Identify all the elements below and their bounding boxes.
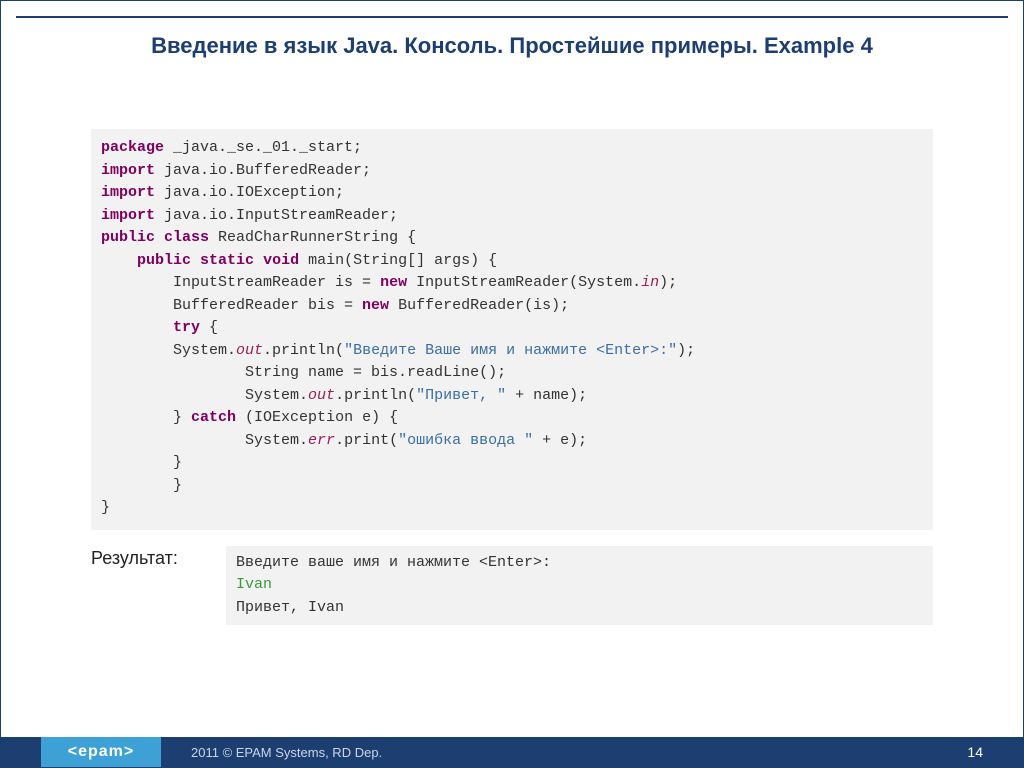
code-text: InputStreamReader is =	[173, 274, 380, 291]
code-text: + e);	[533, 432, 587, 449]
code-text: + name);	[506, 387, 587, 404]
code-text: InputStreamReader(System.	[407, 274, 641, 291]
kw-new: new	[362, 297, 389, 314]
code-text: }	[101, 454, 182, 471]
kw-import: import	[101, 184, 155, 201]
footer-copyright: 2011 © EPAM Systems, RD Dep.	[191, 745, 382, 760]
field-out: out	[308, 387, 335, 404]
string-literal: "Введите Ваше имя и нажмите <Enter>:"	[344, 342, 677, 359]
code-pad	[101, 432, 245, 449]
code-text: }	[101, 477, 182, 494]
epam-logo: <epam>	[41, 737, 161, 767]
result-line: Привет, Ivan	[236, 599, 344, 616]
code-text: _java._se._01._start;	[164, 139, 362, 156]
header-line	[16, 16, 1008, 18]
code-text: .println(	[263, 342, 344, 359]
code-pad	[101, 297, 173, 314]
kw-import: import	[101, 207, 155, 224]
field-out: out	[236, 342, 263, 359]
code-text: .print(	[335, 432, 398, 449]
result-label: Результат:	[91, 546, 206, 569]
kw-static: static	[200, 252, 254, 269]
code-text: BufferedReader(is);	[389, 297, 569, 314]
kw-package: package	[101, 139, 164, 156]
code-text: BufferedReader bis =	[173, 297, 362, 314]
footer-bar: <epam> 2011 © EPAM Systems, RD Dep. 14	[1, 737, 1023, 767]
code-text: (IOException e) {	[236, 409, 398, 426]
code-pad	[101, 252, 137, 269]
code-pad	[101, 409, 173, 426]
string-literal: "ошибка ввода "	[398, 432, 533, 449]
kw-catch: catch	[191, 409, 236, 426]
code-pad	[101, 274, 173, 291]
code-block: package _java._se._01._start; import jav…	[91, 129, 933, 530]
code-text: }	[101, 499, 110, 516]
code-text: java.io.BufferedReader;	[155, 162, 371, 179]
code-text: java.io.IOException;	[155, 184, 344, 201]
code-text: }	[173, 409, 191, 426]
kw-void: void	[263, 252, 299, 269]
code-text: System.	[245, 387, 308, 404]
code-text: {	[200, 319, 218, 336]
code-pad	[101, 387, 245, 404]
code-pad	[101, 364, 245, 381]
kw-class: class	[164, 229, 209, 246]
code-text: );	[677, 342, 695, 359]
code-text: System.	[245, 432, 308, 449]
code-text: System.	[173, 342, 236, 359]
code-text: .println(	[335, 387, 416, 404]
result-input: Ivan	[236, 576, 272, 593]
kw-try: try	[173, 319, 200, 336]
slide-content: package _java._se._01._start; import jav…	[1, 129, 1023, 625]
result-line: Введите ваше имя и нажмите <Enter>:	[236, 554, 551, 571]
kw-import: import	[101, 162, 155, 179]
kw-public: public	[101, 229, 155, 246]
code-pad	[101, 319, 173, 336]
page-number: 14	[967, 744, 983, 760]
kw-new: new	[380, 274, 407, 291]
code-pad	[101, 342, 173, 359]
code-text: ReadCharRunnerString {	[209, 229, 416, 246]
field-err: err	[308, 432, 335, 449]
result-block: Введите ваше имя и нажмите <Enter>: Ivan…	[226, 546, 933, 626]
result-row: Результат: Введите ваше имя и нажмите <E…	[91, 546, 933, 626]
string-literal: "Привет, "	[416, 387, 506, 404]
code-text: java.io.InputStreamReader;	[155, 207, 398, 224]
kw-public: public	[137, 252, 191, 269]
code-text: main(String[] args) {	[299, 252, 497, 269]
code-text: String name = bis.readLine();	[245, 364, 506, 381]
field-in: in	[641, 274, 659, 291]
slide-title: Введение в язык Java. Консоль. Простейши…	[1, 1, 1023, 59]
code-text: );	[659, 274, 677, 291]
